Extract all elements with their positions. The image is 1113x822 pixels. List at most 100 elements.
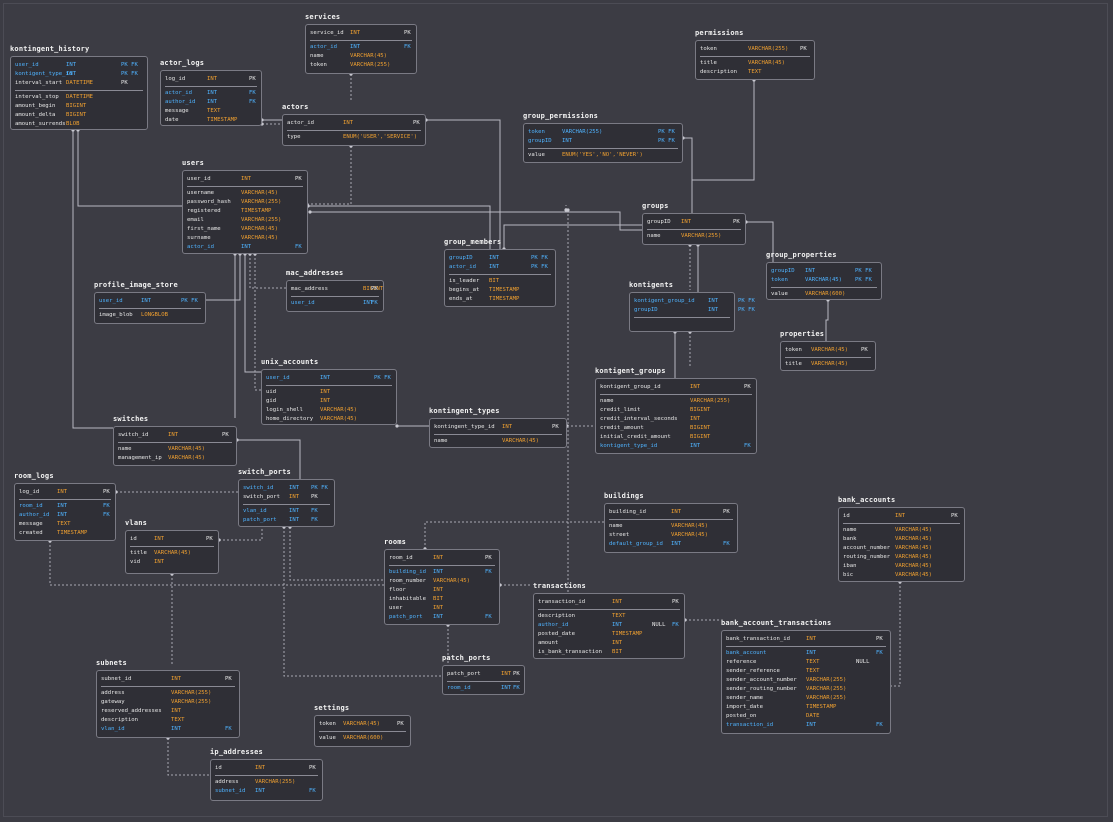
table-switches[interactable]: switch_id INT PK name VARCHAR(45) management_…: [113, 426, 237, 466]
column-row[interactable]: title VARCHAR(45): [700, 60, 812, 66]
column-row[interactable]: subnet_id INT PK: [101, 676, 237, 682]
column-row[interactable]: value VARCHAR(600): [319, 735, 408, 741]
column-row[interactable]: user_id INT FK: [291, 300, 381, 306]
column-row[interactable]: amount INT: [538, 640, 682, 646]
column-row[interactable]: sender_name VARCHAR(255): [726, 695, 888, 701]
table-bank-account-transactions[interactable]: bank_transaction_id INT PK bank_account INT F…: [721, 630, 891, 734]
column-row[interactable]: routing_number VARCHAR(45): [843, 554, 962, 560]
table-permissions[interactable]: token VARCHAR(255) PK title VARCHAR(45) descr…: [695, 40, 815, 80]
column-row[interactable]: actor_id INT FK: [187, 244, 305, 250]
table-actor-logs[interactable]: log_id INT PK actor_id INT FK author_id INT FK me…: [160, 70, 262, 126]
column-row[interactable]: description TEXT: [538, 613, 682, 619]
column-row[interactable]: kontigent_group_id INT PK FK: [634, 298, 755, 304]
column-row[interactable]: gid INT: [266, 398, 394, 404]
table-unix-accounts[interactable]: user_id INT PK FK uid INT gid INT login_shell VA…: [261, 369, 397, 425]
column-row[interactable]: user INT: [389, 605, 497, 611]
table-switch-ports[interactable]: switch_id INT PK FK switch_port INT PK vlan_id…: [238, 479, 335, 527]
column-row[interactable]: ends_at TIMESTAMP: [449, 296, 553, 302]
column-row[interactable]: interval_stop DATETIME: [15, 94, 145, 100]
column-row[interactable]: management_ip VARCHAR(45): [118, 455, 234, 461]
column-row[interactable]: groupID INT PK FK: [528, 138, 680, 144]
column-row[interactable]: surname VARCHAR(45): [187, 235, 305, 241]
column-row[interactable]: kontigent_type_id INT FK: [600, 443, 754, 449]
table-mac-addresses[interactable]: mac_address BIGINT PK user_id INT FK: [286, 280, 384, 312]
table-buildings[interactable]: building_id INT PK name VARCHAR(45) street VAR…: [604, 503, 738, 553]
column-row[interactable]: address VARCHAR(255): [101, 690, 237, 696]
table-transactions[interactable]: transaction_id INT PK description TEXT author…: [533, 593, 685, 659]
column-row[interactable]: service_id INT PK: [310, 30, 414, 36]
column-row[interactable]: first_name VARCHAR(45): [187, 226, 305, 232]
table-kontingent-history[interactable]: user_id INT PK FK kontigent_type_id INT PK FK…: [10, 56, 148, 130]
column-row[interactable]: token VARCHAR(255) PK: [700, 46, 812, 52]
column-row[interactable]: uid INT: [266, 389, 394, 395]
column-row[interactable]: type ENUM('USER','SERVICE'): [287, 134, 423, 140]
column-row[interactable]: default_group_id INT FK: [609, 541, 735, 547]
table-actors[interactable]: actor_id INT PK type ENUM('USER','SERVICE'): [282, 114, 426, 146]
column-row[interactable]: date TIMESTAMP: [165, 117, 259, 123]
column-row[interactable]: iban VARCHAR(45): [843, 563, 962, 569]
column-row[interactable]: credit_interval_seconds INT: [600, 416, 754, 422]
column-row[interactable]: bank VARCHAR(45): [843, 536, 962, 542]
table-room-logs[interactable]: log_id INT PK room_id INT FK author_id INT FK mes…: [14, 483, 116, 541]
column-row[interactable]: switch_id INT PK FK: [243, 485, 332, 491]
column-row[interactable]: posted_date TIMESTAMP: [538, 631, 682, 637]
column-row[interactable]: actor_id INT FK: [310, 44, 414, 50]
column-row[interactable]: log_id INT PK: [19, 489, 113, 495]
column-row[interactable]: name VARCHAR(45): [843, 527, 962, 533]
column-row[interactable]: is_bank_transaction BIT: [538, 649, 682, 655]
column-row[interactable]: kontigent_group_id INT PK: [600, 384, 754, 390]
column-row[interactable]: title VARCHAR(45): [130, 550, 216, 556]
column-row[interactable]: building_id INT FK: [389, 569, 497, 575]
column-row[interactable]: name VARCHAR(45): [609, 523, 735, 529]
column-row[interactable]: created TIMESTAMP: [19, 530, 113, 536]
column-row[interactable]: email VARCHAR(255): [187, 217, 305, 223]
column-row[interactable]: room_id INT FK: [447, 685, 522, 691]
column-row[interactable]: token VARCHAR(45) PK FK: [771, 277, 879, 283]
column-row[interactable]: groupID INT PK: [647, 219, 743, 225]
column-row[interactable]: actor_id INT PK: [287, 120, 423, 126]
column-row[interactable]: amount_surrends BLOB: [15, 121, 145, 127]
column-row[interactable]: title VARCHAR(45): [785, 361, 873, 367]
column-row[interactable]: name VARCHAR(45): [434, 438, 564, 444]
table-profile-image-store[interactable]: user_id INT PK FK image_blob LONGBLOB: [94, 292, 206, 324]
table-services[interactable]: service_id INT PK actor_id INT FK name VARCHAR(…: [305, 24, 417, 74]
column-row[interactable]: reserved_addresses INT: [101, 708, 237, 714]
column-row[interactable]: vlan_id INT FK: [243, 508, 332, 514]
column-row[interactable]: token VARCHAR(255): [310, 62, 414, 68]
column-row[interactable]: sender_reference TEXT: [726, 668, 888, 674]
column-row[interactable]: address VARCHAR(255): [215, 779, 320, 785]
column-row[interactable]: user_id INT PK FK: [99, 298, 203, 304]
column-row[interactable]: bic VARCHAR(45): [843, 572, 962, 578]
column-row[interactable]: token VARCHAR(45) PK: [319, 721, 408, 727]
column-row[interactable]: name VARCHAR(255): [647, 233, 743, 239]
column-row[interactable]: bank_account INT FK: [726, 650, 888, 656]
column-row[interactable]: subnet_id INT FK: [215, 788, 320, 794]
table-settings[interactable]: token VARCHAR(45) PK value VARCHAR(600): [314, 715, 411, 747]
column-row[interactable]: transaction_id INT FK: [726, 722, 888, 728]
column-row[interactable]: home_directory VARCHAR(45): [266, 416, 394, 422]
column-row[interactable]: account_number VARCHAR(45): [843, 545, 962, 551]
table-vlans[interactable]: id INT PK title VARCHAR(45) vid INT: [125, 530, 219, 574]
column-row[interactable]: name VARCHAR(255): [600, 398, 754, 404]
column-row[interactable]: initial_credit_amount BIGINT: [600, 434, 754, 440]
column-row[interactable]: user_id INT PK: [187, 176, 305, 182]
column-row[interactable]: transaction_id INT PK: [538, 599, 682, 605]
column-row[interactable]: inhabitable BIT: [389, 596, 497, 602]
table-group-properties[interactable]: groupID INT PK FK token VARCHAR(45) PK FK valu…: [766, 262, 882, 300]
column-row[interactable]: username VARCHAR(45): [187, 190, 305, 196]
column-row[interactable]: description TEXT: [101, 717, 237, 723]
column-row[interactable]: registered TIMESTAMP: [187, 208, 305, 214]
column-row[interactable]: credit_limit BIGINT: [600, 407, 754, 413]
column-row[interactable]: value VARCHAR(600): [771, 291, 879, 297]
column-row[interactable]: posted_on DATE: [726, 713, 888, 719]
table-group-permissions[interactable]: token VARCHAR(255) PK FK groupID INT PK FK val…: [523, 123, 683, 163]
column-row[interactable]: begins_at TIMESTAMP: [449, 287, 553, 293]
column-row[interactable]: sender_account_number VARCHAR(255): [726, 677, 888, 683]
table-properties[interactable]: token VARCHAR(45) PK title VARCHAR(45): [780, 341, 876, 371]
column-row[interactable]: street VARCHAR(45): [609, 532, 735, 538]
column-row[interactable]: message TEXT: [19, 521, 113, 527]
table-bank-accounts[interactable]: id INT PK name VARCHAR(45) bank VARCHAR(45) acc…: [838, 507, 965, 582]
column-row[interactable]: vid INT: [130, 559, 216, 565]
column-row[interactable]: password_hash VARCHAR(255): [187, 199, 305, 205]
column-row[interactable]: value ENUM('YES','NO','NEVER'): [528, 152, 680, 158]
